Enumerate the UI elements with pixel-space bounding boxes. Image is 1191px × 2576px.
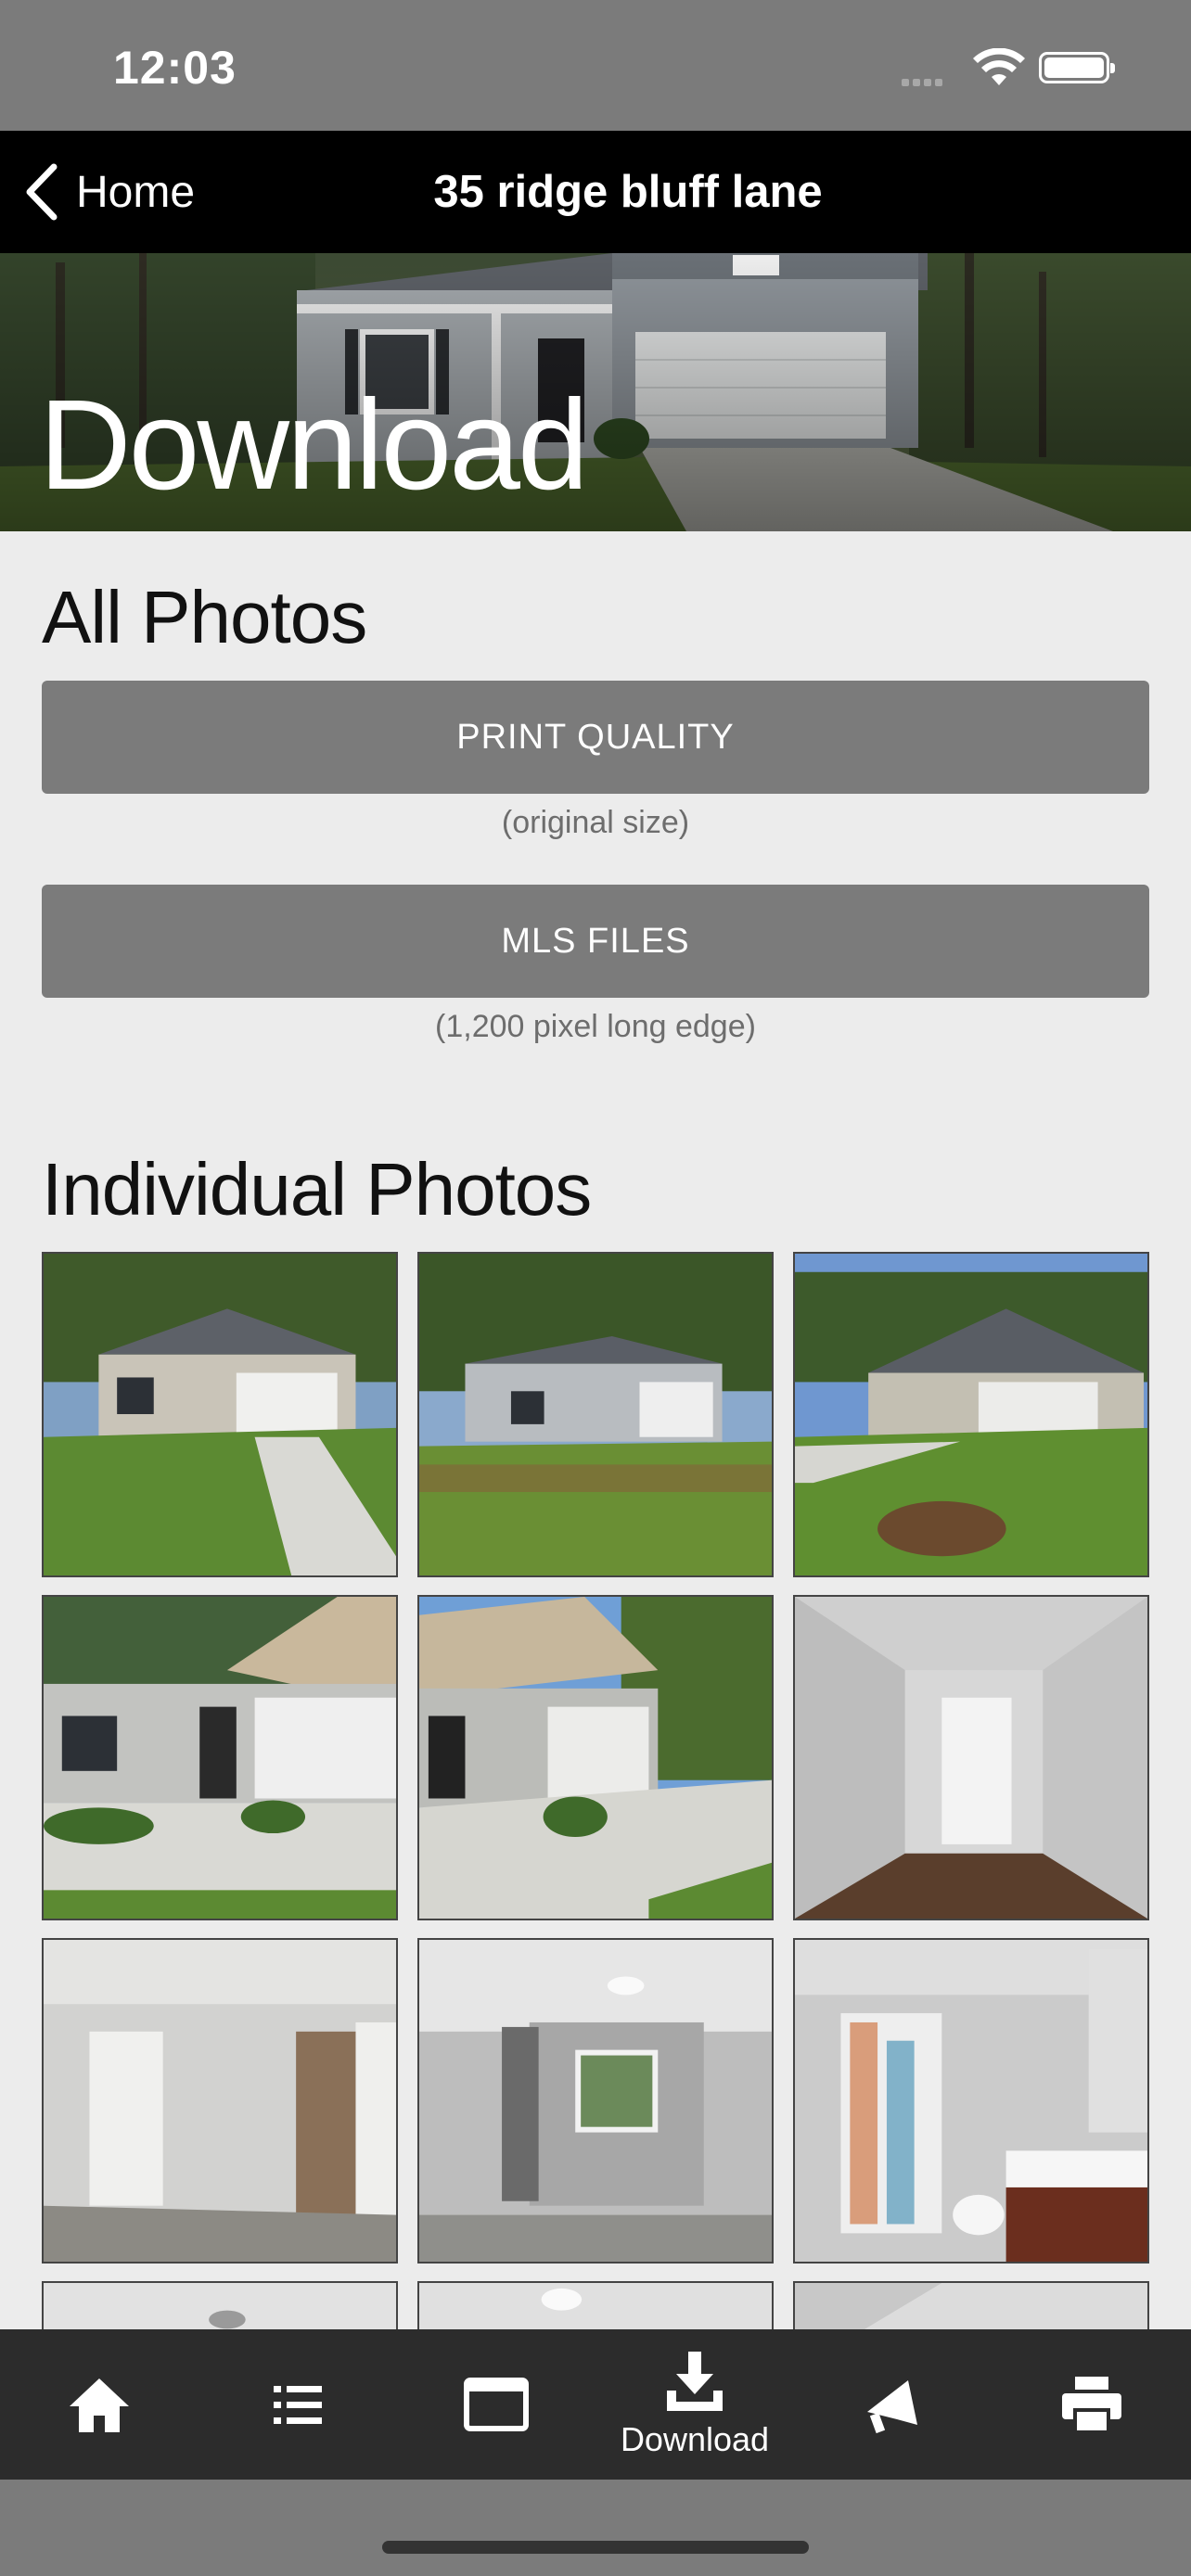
tab-print[interactable] (992, 2329, 1191, 2480)
photo-thumbnail-bathroom[interactable] (793, 1938, 1149, 2264)
tab-download-label: Download (620, 2420, 770, 2458)
photo-thumbnail-bedroom-doors[interactable] (42, 1938, 398, 2264)
photo-thumbnail-bedroom-window[interactable] (417, 1938, 774, 2264)
photo-image (44, 1940, 396, 2262)
home-icon (70, 2378, 129, 2432)
tab-marketing[interactable] (794, 2329, 992, 2480)
printer-icon (1062, 2377, 1121, 2434)
photo-image (795, 2283, 1147, 2329)
hero-title: Download (39, 374, 589, 516)
photo-image (795, 1940, 1147, 2262)
browser-window-icon (464, 2378, 529, 2431)
status-bar: 12:03 (0, 0, 1191, 131)
photo-image (795, 1254, 1147, 1575)
photo-grid (42, 1252, 1149, 2329)
hero-banner: Download (0, 253, 1191, 531)
navigation-bar: Home 35 ridge bluff lane (0, 131, 1191, 253)
photo-image (419, 1254, 772, 1575)
photo-image (44, 2283, 396, 2329)
tab-home[interactable] (0, 2329, 198, 2480)
photo-thumbnail-garage-angle[interactable] (417, 1595, 774, 1920)
photo-image (795, 1597, 1147, 1919)
all-photos-heading: All Photos (42, 576, 367, 658)
print-quality-caption: (original size) (501, 805, 690, 840)
photo-image (44, 1597, 396, 1919)
list-icon (274, 2386, 322, 2424)
tab-download[interactable]: Download (596, 2329, 794, 2480)
photo-thumbnail-interior-ceiling-2[interactable] (417, 2281, 774, 2329)
photo-thumbnail-exterior-front-2[interactable] (417, 1252, 774, 1577)
home-indicator-area (0, 2480, 1191, 2576)
photo-thumbnail-exterior-front-1[interactable] (42, 1252, 398, 1577)
download-icon (667, 2352, 723, 2411)
wifi-icon (973, 48, 1025, 85)
tab-list[interactable] (198, 2329, 397, 2480)
print-quality-button[interactable]: PRINT QUALITY (42, 681, 1149, 794)
cellular-signal-icon (902, 74, 946, 91)
photo-image (419, 1597, 772, 1919)
mls-files-caption: (1,200 pixel long edge) (435, 1009, 756, 1044)
photo-image (419, 2283, 772, 2329)
photo-thumbnail-interior-ceiling-1[interactable] (42, 2281, 398, 2329)
photo-thumbnail-hallway-door[interactable] (793, 1595, 1149, 1920)
status-time: 12:03 (113, 42, 237, 94)
photo-thumbnail-exterior-side[interactable] (793, 1252, 1149, 1577)
photo-image (44, 1254, 396, 1575)
tab-browser[interactable] (397, 2329, 596, 2480)
individual-photos-heading: Individual Photos (42, 1148, 592, 1231)
tab-bar: Download (0, 2329, 1191, 2480)
photo-image (419, 1940, 772, 2262)
page-title: 35 ridge bluff lane (433, 167, 823, 217)
battery-icon (1039, 52, 1115, 83)
photo-thumbnail-porch-entry[interactable] (42, 1595, 398, 1920)
home-indicator[interactable] (382, 2541, 809, 2554)
megaphone-icon (867, 2380, 917, 2434)
photo-thumbnail-interior-ceiling-3[interactable] (793, 2281, 1149, 2329)
mls-files-button[interactable]: MLS FILES (42, 885, 1149, 998)
